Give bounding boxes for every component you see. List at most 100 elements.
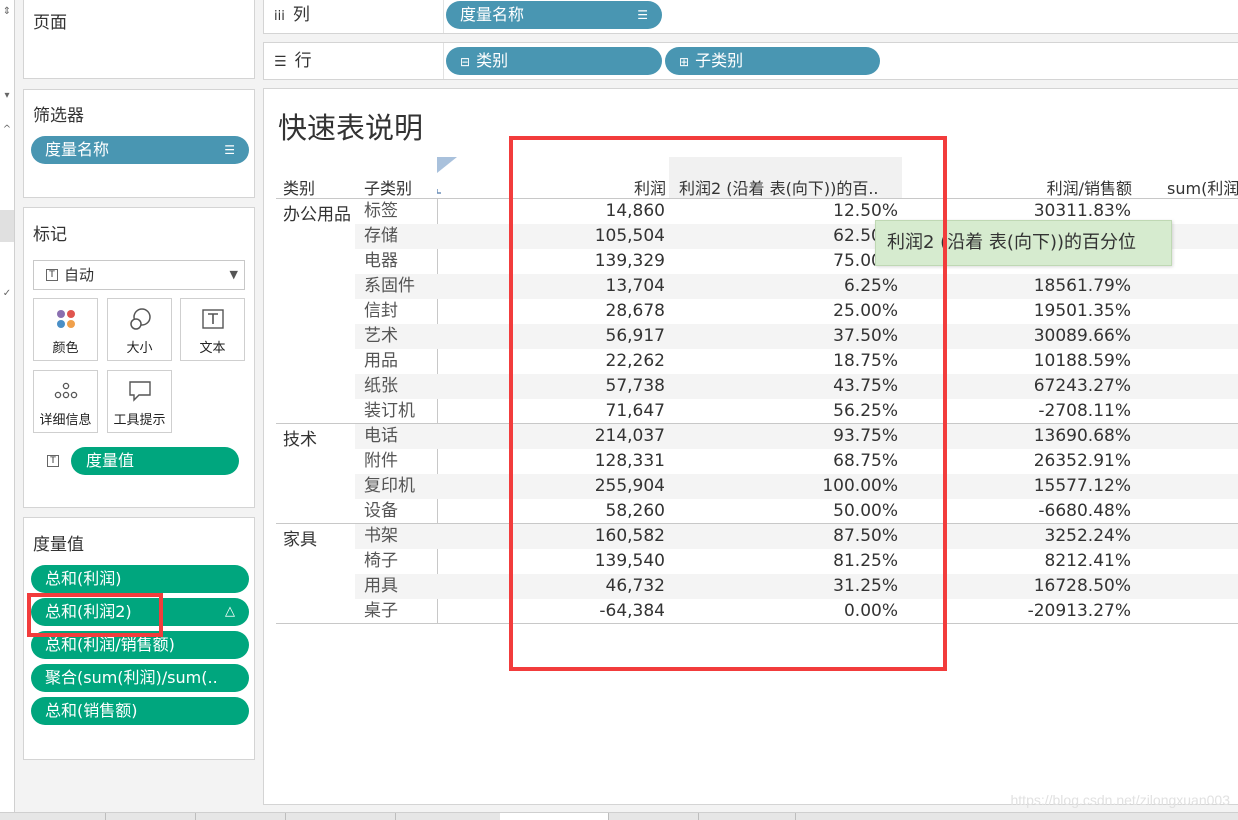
profit2-percentile-cell[interactable]: 43.75% <box>764 374 898 399</box>
profit-cell[interactable]: 214,037 <box>564 424 665 449</box>
profit-cell[interactable]: 13,704 <box>564 274 665 299</box>
subcategory-cell[interactable]: 艺术 <box>364 324 434 349</box>
header-subcategory[interactable]: 子类别 <box>364 175 412 199</box>
subcategory-cell[interactable]: 纸张 <box>364 374 434 399</box>
measure-pill-profit[interactable]: 总和(利润) <box>31 565 249 593</box>
profit2-percentile-cell[interactable]: 25.00% <box>764 299 898 324</box>
profit2-percentile-cell[interactable]: 31.25% <box>764 574 898 599</box>
subcategory-cell[interactable]: 用品 <box>364 349 434 374</box>
size-button[interactable]: 大小 <box>107 298 172 361</box>
profit-sales-ratio-cell[interactable]: 10188.59% <box>964 349 1131 374</box>
profit-cell[interactable]: 22,262 <box>564 349 665 374</box>
profit2-percentile-cell[interactable]: 37.50% <box>764 324 898 349</box>
profit-sales-ratio-cell[interactable]: 26352.91% <box>964 449 1131 474</box>
filter-pill-measure-names[interactable]: 度量名称 ☰ <box>31 136 249 164</box>
profit2-percentile-cell[interactable]: 68.75% <box>764 449 898 474</box>
profit-cell[interactable]: 46,732 <box>564 574 665 599</box>
mark-type-select[interactable]: T 自动 ▼ <box>33 260 245 290</box>
subcategory-cell[interactable]: 书架 <box>364 524 434 549</box>
header-sum-profit[interactable]: sum(利润 <box>1167 175 1238 199</box>
profit-cell[interactable]: 139,329 <box>564 249 665 274</box>
tooltip-bubble-icon <box>108 377 171 405</box>
chevron-up-icon[interactable]: ^ <box>0 124 14 135</box>
profit-cell[interactable]: 105,504 <box>564 224 665 249</box>
subcategory-cell[interactable]: 桌子 <box>364 599 434 624</box>
profit-cell[interactable]: 128,331 <box>564 449 665 474</box>
profit-cell[interactable]: 14,860 <box>564 199 665 224</box>
profit2-percentile-cell[interactable]: 56.25% <box>764 399 898 424</box>
marks-text-pill-label: 度量值 <box>86 451 135 470</box>
subcategory-cell[interactable]: 复印机 <box>364 474 434 499</box>
profit-sales-ratio-cell[interactable]: 3252.24% <box>964 524 1131 549</box>
profit-cell[interactable]: 255,904 <box>564 474 665 499</box>
profit-sales-ratio-cell[interactable]: 13690.68% <box>964 424 1131 449</box>
measure-pill-sales[interactable]: 总和(销售额) <box>31 697 249 725</box>
rows-pill-category[interactable]: ⊟ 类别 <box>446 47 662 75</box>
profit2-percentile-cell[interactable]: 87.50% <box>764 524 898 549</box>
scrollbar-thumb[interactable] <box>0 210 14 242</box>
profit2-percentile-cell[interactable]: 0.00% <box>764 599 898 624</box>
subcategory-cell[interactable]: 装订机 <box>364 399 434 424</box>
rows-pill-subcategory[interactable]: ⊞ 子类别 <box>665 47 880 75</box>
profit-sales-ratio-cell[interactable]: 19501.35% <box>964 299 1131 324</box>
measure-pill-label: 总和(利润) <box>45 569 122 588</box>
watermark-url: https://blog.csdn.net/zilongxuan003 <box>1010 792 1231 808</box>
category-label[interactable]: 技术 <box>283 425 317 450</box>
profit2-percentile-cell[interactable]: 100.00% <box>764 474 898 499</box>
header-profit-sales-ratio[interactable]: 利润/销售额 <box>964 175 1132 199</box>
profit-cell[interactable]: 57,738 <box>564 374 665 399</box>
subcategory-cell[interactable]: 附件 <box>364 449 434 474</box>
profit2-percentile-cell[interactable]: 50.00% <box>764 499 898 524</box>
header-profit2-percentile[interactable]: 利润2 (沿着 表(向下))的百.. <box>679 175 901 199</box>
profit-cell[interactable]: 71,647 <box>564 399 665 424</box>
profit2-percentile-cell[interactable]: 18.75% <box>764 349 898 374</box>
expand-icon[interactable]: ⇕ <box>0 6 14 17</box>
profit2-percentile-cell[interactable]: 6.25% <box>764 274 898 299</box>
measure-pill-aggregate[interactable]: 聚合(sum(利润)/sum(.. <box>31 664 249 692</box>
subcategory-cell[interactable]: 信封 <box>364 299 434 324</box>
text-button[interactable]: 文本 <box>180 298 245 361</box>
measure-pill-profit2[interactable]: 总和(利润2) △ <box>31 598 249 626</box>
profit2-percentile-cell[interactable]: 93.75% <box>764 424 898 449</box>
columns-pill-measure-names[interactable]: 度量名称 ☰ <box>446 1 662 29</box>
category-label[interactable]: 家具 <box>283 525 317 550</box>
header-profit[interactable]: 利润 <box>604 175 666 199</box>
measure-pill-profit-sales-ratio[interactable]: 总和(利润/销售额) <box>31 631 249 659</box>
profit-sales-ratio-cell[interactable]: 15577.12% <box>964 474 1131 499</box>
profit-sales-ratio-cell[interactable]: -2708.11% <box>964 399 1131 424</box>
subcategory-cell[interactable]: 椅子 <box>364 549 434 574</box>
profit2-percentile-cell[interactable]: 81.25% <box>764 549 898 574</box>
profit-cell[interactable]: -64,384 <box>564 599 665 624</box>
profit-cell[interactable]: 28,678 <box>564 299 665 324</box>
subcategory-cell[interactable]: 系固件 <box>364 274 434 299</box>
active-sheet-tab[interactable] <box>500 813 608 820</box>
profit-sales-ratio-cell[interactable]: 18561.79% <box>964 274 1131 299</box>
profit-sales-ratio-cell[interactable]: -20913.27% <box>964 599 1131 624</box>
tooltip-button[interactable]: 工具提示 <box>107 370 172 433</box>
color-button[interactable]: 颜色 <box>33 298 98 361</box>
worksheet-title: 快速表说明 <box>278 111 424 145</box>
profit-sales-ratio-cell[interactable]: 8212.41% <box>964 549 1131 574</box>
sort-corner-icon[interactable] <box>437 157 457 197</box>
chevron-down-icon[interactable]: ▾ <box>0 90 14 101</box>
profit-sales-ratio-cell[interactable]: 16728.50% <box>964 574 1131 599</box>
subcategory-cell[interactable]: 电器 <box>364 249 434 274</box>
subcategory-cell[interactable]: 标签 <box>364 199 434 224</box>
profit-sales-ratio-cell[interactable]: 30089.66% <box>964 324 1131 349</box>
profit-sales-ratio-cell[interactable]: 67243.27% <box>964 374 1131 399</box>
subcategory-cell[interactable]: 电话 <box>364 424 434 449</box>
profit-sales-ratio-cell[interactable]: -6680.48% <box>964 499 1131 524</box>
profit-cell[interactable]: 160,582 <box>564 524 665 549</box>
category-label[interactable]: 办公用品 <box>283 200 351 225</box>
subcategory-cell[interactable]: 设备 <box>364 499 434 524</box>
subcategory-cell[interactable]: 用具 <box>364 574 434 599</box>
header-category[interactable]: 类别 <box>283 175 315 199</box>
sheet-tab-bar[interactable] <box>0 812 1238 820</box>
worksheet-view[interactable]: 快速表说明 类别 子类别 利润 利润2 (沿着 表(向下))的百.. 利润/销售… <box>263 88 1238 805</box>
detail-button[interactable]: 详细信息 <box>33 370 98 433</box>
profit-cell[interactable]: 58,260 <box>564 499 665 524</box>
profit-cell[interactable]: 56,917 <box>564 324 665 349</box>
profit-cell[interactable]: 139,540 <box>564 549 665 574</box>
subcategory-cell[interactable]: 存储 <box>364 224 434 249</box>
marks-text-pill-measure-values[interactable]: 度量值 <box>71 447 239 475</box>
